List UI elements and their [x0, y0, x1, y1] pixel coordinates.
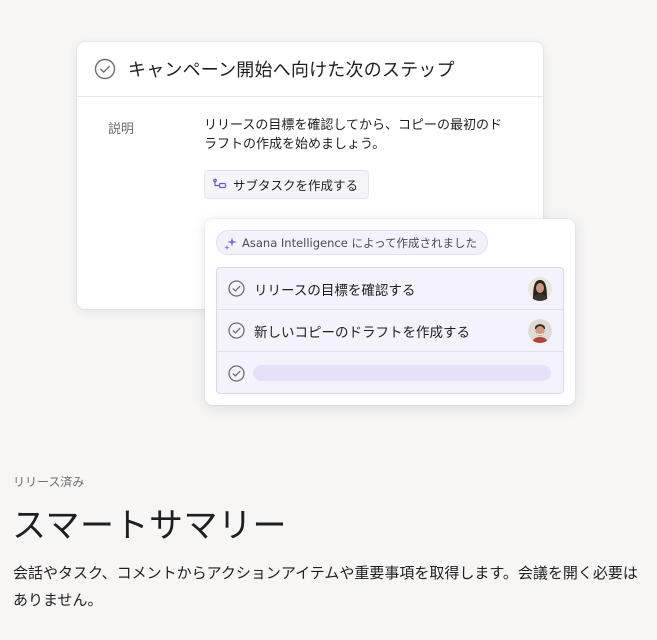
- check-circle-icon[interactable]: [228, 322, 245, 339]
- feature-description: 会話やタスク、コメントからアクションアイテムや重要事項を取得します。会議を開く必…: [13, 564, 638, 609]
- status-label: リリース済み: [13, 475, 85, 489]
- subtask-icon: [213, 178, 227, 192]
- check-circle-icon[interactable]: [228, 364, 245, 382]
- page-title: スマートサマリー: [12, 506, 287, 546]
- ai-subtask-list: リリースの目標を確認する 新しいコピーのドラフトを作成する: [216, 267, 564, 394]
- list-item-label: 新しいコピーのドラフトを作成する: [254, 324, 470, 341]
- list-item[interactable]: [217, 352, 563, 394]
- task-title: キャンペーン開始へ向けた次のステップ: [128, 60, 455, 81]
- add-subtask-label: サブタスクを作成する: [233, 178, 359, 193]
- description-label: 説明: [108, 122, 135, 137]
- list-item-label: リリースの目標を確認する: [254, 282, 416, 299]
- check-circle-icon[interactable]: [94, 58, 116, 80]
- check-circle-icon[interactable]: [228, 280, 245, 297]
- loading-placeholder-bar: [253, 365, 551, 381]
- avatar[interactable]: [528, 277, 552, 301]
- sparkle-icon: [224, 236, 238, 250]
- ai-badge-label: Asana Intelligence によって作成されました: [242, 235, 478, 250]
- avatar[interactable]: [528, 319, 552, 343]
- description-text[interactable]: リリースの目標を確認してから、コピーの最初のドラフトの作成を始めましょう。: [204, 116, 514, 154]
- ai-generated-panel: Asana Intelligence によって作成されました リリースの目標を確…: [205, 219, 575, 405]
- list-item[interactable]: リリースの目標を確認する: [217, 268, 563, 310]
- add-subtask-button[interactable]: サブタスクを作成する: [204, 170, 370, 199]
- task-header: キャンペーン開始へ向けた次のステップ: [77, 42, 543, 97]
- list-item[interactable]: 新しいコピーのドラフトを作成する: [217, 310, 563, 352]
- ai-badge: Asana Intelligence によって作成されました: [216, 230, 489, 255]
